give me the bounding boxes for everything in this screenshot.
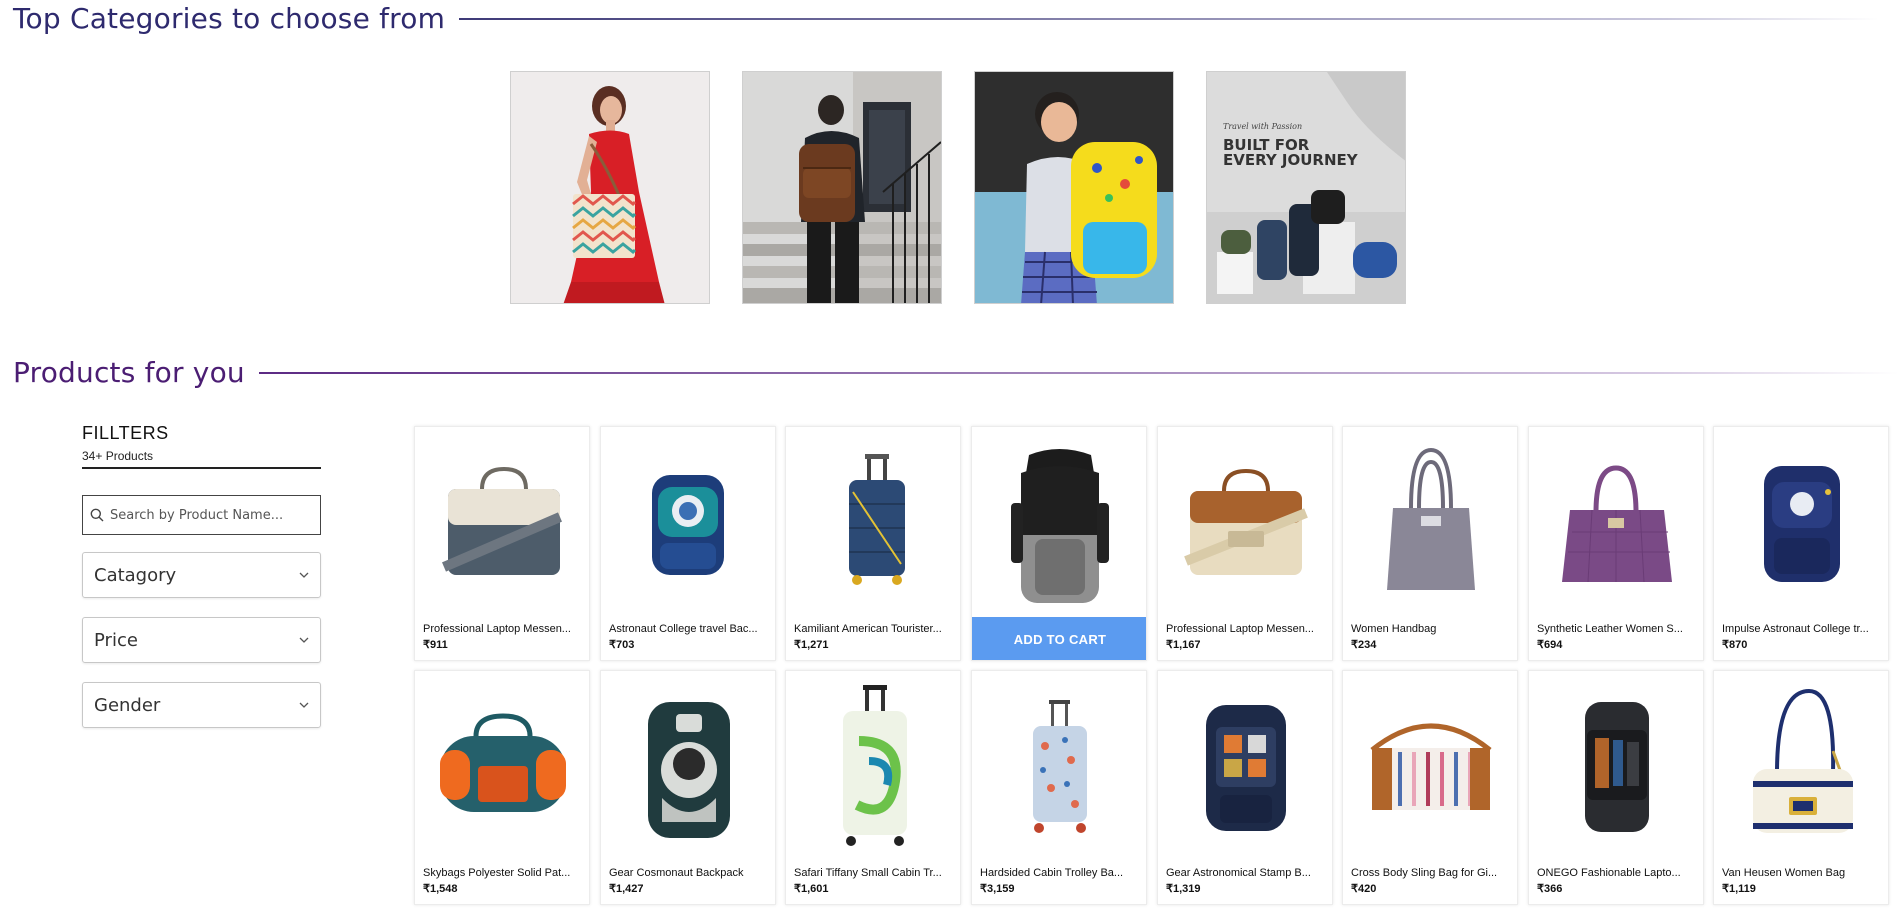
travel-bags-collection-image	[1207, 72, 1405, 303]
kids-school-bag-tile[interactable]	[974, 71, 1174, 304]
product-name: Women Handbag	[1351, 623, 1437, 635]
product-image	[415, 671, 589, 861]
products-for-you-header: Products for you	[13, 356, 1899, 389]
chevron-down-icon	[299, 572, 309, 578]
product-card[interactable]: Astronaut College travel Bac... ₹703	[600, 426, 776, 661]
chevron-down-icon	[299, 702, 309, 708]
product-name: Van Heusen Women Bag	[1722, 867, 1846, 879]
category-dropdown[interactable]: Catagory	[82, 552, 321, 598]
product-card[interactable]: Gear Cosmonaut Backpack ₹1,427	[600, 670, 776, 905]
tile-script-text: Travel with Passion	[1223, 122, 1303, 131]
filters-title: FILLTERS	[82, 423, 169, 443]
chevron-down-icon	[299, 637, 309, 643]
product-name: Hardsided Cabin Trolley Ba...	[980, 867, 1124, 879]
product-name: Astronaut College travel Bac...	[609, 623, 758, 635]
product-image	[786, 427, 960, 617]
product-card[interactable]: Gear Astronomical Stamp B... ₹1,319	[1157, 670, 1333, 905]
product-price: ₹1,271	[794, 639, 829, 651]
product-price: ₹1,427	[609, 883, 644, 895]
product-image	[1714, 427, 1888, 617]
section-divider	[258, 371, 1899, 374]
top-categories-header: Top Categories to choose from	[13, 2, 1880, 35]
product-card[interactable]: Van Heusen Women Bag ₹1,119	[1713, 670, 1889, 905]
tile-heading: BUILT FOR EVERY JOURNEY	[1223, 136, 1358, 169]
kid-with-school-bag-image	[975, 72, 1173, 303]
product-price: ₹234	[1351, 639, 1377, 651]
product-image	[972, 671, 1146, 861]
product-image	[1343, 671, 1517, 861]
product-card[interactable]: Kamiliant American Tourister... ₹1,271	[785, 426, 961, 661]
product-price: ₹1,601	[794, 883, 829, 895]
product-card[interactable]: Professional Laptop Messen... ₹1,167	[1157, 426, 1333, 661]
add-to-cart-button[interactable]: ADD TO CART	[972, 617, 1146, 660]
product-card[interactable]: Women Handbag ₹234	[1342, 426, 1518, 661]
product-name: Cross Body Sling Bag for Gi...	[1351, 867, 1498, 879]
section-divider	[459, 17, 1880, 20]
product-card-hovered[interactable]: ADD TO CART	[971, 426, 1147, 661]
leather-backpack-tile[interactable]	[742, 71, 942, 304]
product-image	[1343, 427, 1517, 617]
product-price: ₹694	[1537, 639, 1563, 651]
filters-sidebar: FILLTERS 34+ Products Catagory Price Gen…	[82, 423, 321, 728]
product-price: ₹3,159	[980, 883, 1015, 895]
category-dropdown-label: Catagory	[94, 564, 177, 586]
product-price: ₹870	[1722, 639, 1748, 651]
product-name: Synthetic Leather Women S...	[1537, 623, 1683, 635]
product-count: 34+ Products	[82, 449, 154, 463]
product-image	[601, 671, 775, 861]
product-name: ONEGO Fashionable Lapto...	[1537, 867, 1681, 879]
product-name: Gear Cosmonaut Backpack	[609, 867, 744, 879]
product-name: Kamiliant American Tourister...	[794, 623, 942, 635]
product-image	[1529, 671, 1703, 861]
product-card[interactable]: Impulse Astronaut College tr... ₹870	[1713, 426, 1889, 661]
product-image	[1529, 427, 1703, 617]
travel-bags-tile[interactable]: Travel with Passion BUILT FOR EVERY JOUR…	[1206, 71, 1406, 304]
women-tote-bag-tile[interactable]	[510, 71, 710, 304]
product-price: ₹420	[1351, 883, 1377, 895]
product-image	[786, 671, 960, 861]
product-price: ₹1,548	[423, 883, 458, 895]
product-search-input[interactable]	[110, 507, 310, 523]
product-price: ₹703	[609, 639, 635, 651]
product-image	[1158, 671, 1332, 861]
product-price: ₹1,119	[1722, 883, 1756, 895]
product-card[interactable]: ONEGO Fashionable Lapto... ₹366	[1528, 670, 1704, 905]
woman-with-tote-image	[511, 72, 709, 303]
product-name: Impulse Astronaut College tr...	[1722, 623, 1869, 635]
product-image	[601, 427, 775, 617]
man-with-backpack-image	[743, 72, 941, 303]
product-search-box[interactable]	[82, 495, 321, 535]
products-for-you-title: Products for you	[13, 356, 245, 389]
search-icon	[90, 508, 104, 522]
product-card[interactable]: Professional Laptop Messen... ₹911	[414, 426, 590, 661]
product-card[interactable]: Safari Tiffany Small Cabin Tr... ₹1,601	[785, 670, 961, 905]
product-image	[972, 427, 1146, 617]
product-card[interactable]: Cross Body Sling Bag for Gi... ₹420	[1342, 670, 1518, 905]
product-card[interactable]: Skybags Polyester Solid Pat... ₹1,548	[414, 670, 590, 905]
product-name: Gear Astronomical Stamp B...	[1166, 867, 1311, 879]
product-image	[1714, 671, 1888, 861]
product-name: Professional Laptop Messen...	[1166, 623, 1314, 635]
product-card[interactable]: Synthetic Leather Women S... ₹694	[1528, 426, 1704, 661]
product-price: ₹1,167	[1166, 639, 1201, 651]
product-name: Professional Laptop Messen...	[423, 623, 571, 635]
gender-dropdown[interactable]: Gender	[82, 682, 321, 728]
price-dropdown[interactable]: Price	[82, 617, 321, 663]
gender-dropdown-label: Gender	[94, 694, 161, 716]
product-price: ₹911	[423, 639, 448, 651]
product-name: Skybags Polyester Solid Pat...	[423, 867, 571, 879]
filters-underline	[82, 467, 321, 469]
product-name: Safari Tiffany Small Cabin Tr...	[794, 867, 942, 879]
price-dropdown-label: Price	[94, 629, 138, 651]
top-categories-title: Top Categories to choose from	[13, 2, 446, 35]
product-price: ₹366	[1537, 883, 1563, 895]
product-price: ₹1,319	[1166, 883, 1201, 895]
product-image	[415, 427, 589, 617]
product-image	[1158, 427, 1332, 617]
product-card[interactable]: Hardsided Cabin Trolley Ba... ₹3,159	[971, 670, 1147, 905]
